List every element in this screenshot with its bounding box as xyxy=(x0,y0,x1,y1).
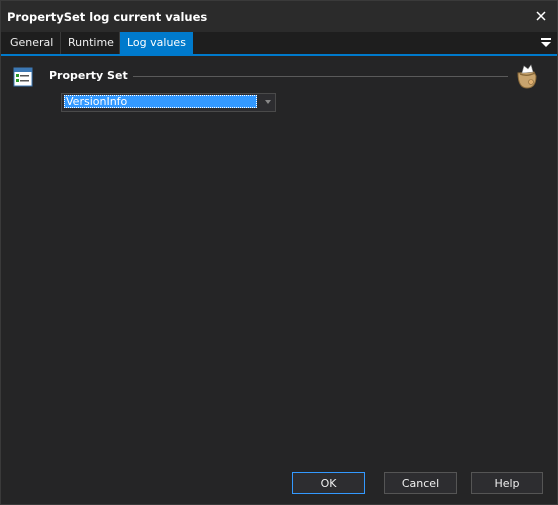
tab-general[interactable]: General xyxy=(3,32,60,54)
property-list-icon xyxy=(13,67,33,87)
tab-menu-button[interactable] xyxy=(540,37,552,49)
ok-button[interactable]: OK xyxy=(292,472,365,494)
chevron-down-icon xyxy=(265,100,271,104)
hamburger-menu-icon xyxy=(541,38,551,47)
dialog-window: PropertySet log current values General R… xyxy=(0,0,558,505)
window-title: PropertySet log current values xyxy=(7,10,208,24)
close-button[interactable] xyxy=(531,6,551,26)
close-icon xyxy=(536,11,546,21)
property-set-value: VersionInfo xyxy=(64,95,257,108)
title-bar: PropertySet log current values xyxy=(1,1,557,32)
section-divider xyxy=(133,76,508,77)
content-panel: Property Set VersionInfo OK Cancel Help xyxy=(1,56,557,504)
help-button[interactable]: Help xyxy=(471,472,543,494)
section-title: Property Set xyxy=(49,69,128,82)
bag-icon xyxy=(514,64,540,90)
tab-log-values[interactable]: Log values xyxy=(120,32,193,54)
cancel-button[interactable]: Cancel xyxy=(384,472,457,494)
tab-runtime[interactable]: Runtime xyxy=(61,32,121,54)
tab-bar: General Runtime Log values xyxy=(1,32,557,56)
property-set-dropdown[interactable]: VersionInfo xyxy=(61,93,276,112)
